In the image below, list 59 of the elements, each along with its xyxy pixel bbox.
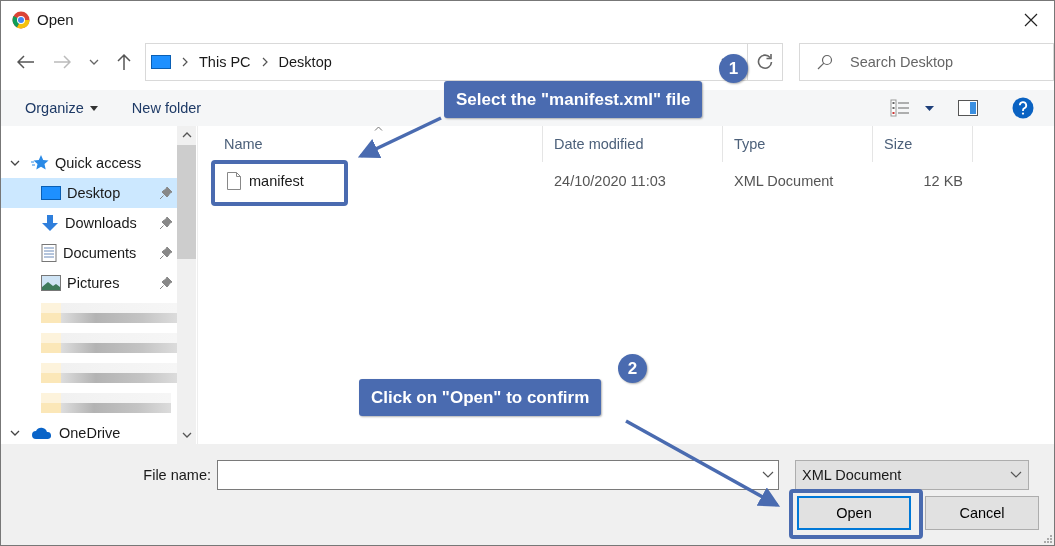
- sort-caret-icon: [374, 126, 383, 131]
- scroll-up-icon[interactable]: [181, 132, 192, 138]
- file-icon: [227, 172, 241, 190]
- column-header[interactable]: Name: [213, 126, 543, 162]
- monitor-icon: [41, 186, 61, 200]
- chevron-down-icon: [1010, 471, 1022, 479]
- callout-label: Click on "Open" to confirm: [359, 379, 602, 416]
- chevron-down-icon[interactable]: [89, 59, 99, 65]
- new-folder-button[interactable]: New folder: [129, 96, 204, 120]
- window-title: Open: [37, 11, 74, 28]
- search-field[interactable]: Search Desktop: [799, 43, 1054, 81]
- cloud-icon: [31, 426, 53, 440]
- chevron-down-icon[interactable]: [10, 428, 20, 438]
- cancel-button[interactable]: Cancel: [925, 496, 1039, 530]
- table-cell-text: 24/10/2020 11:03: [553, 173, 667, 189]
- chevron-right-icon: [181, 57, 189, 67]
- sidebar-item[interactable]: Desktop: [1, 178, 177, 208]
- scrollbar[interactable]: [177, 126, 196, 444]
- search-icon: [817, 54, 833, 70]
- star-icon: [31, 154, 49, 172]
- step-badge: 2: [618, 354, 647, 383]
- breadcrumb-item[interactable]: Desktop: [278, 54, 332, 70]
- download-arrow-icon: [41, 214, 59, 232]
- callout-label: Select the "manifest.xml" file: [444, 81, 703, 118]
- file-name-field[interactable]: [217, 460, 779, 490]
- sidebar-item[interactable]: Pictures: [1, 268, 177, 298]
- sidebar-item[interactable]: Quick access: [1, 148, 177, 178]
- scroll-down-icon[interactable]: [181, 432, 192, 438]
- monitor-icon: [151, 55, 171, 69]
- chevron-down-icon[interactable]: [10, 158, 20, 168]
- step-badge: 1: [719, 54, 748, 83]
- resize-grip-icon[interactable]: [1044, 535, 1052, 543]
- preview-pane-icon[interactable]: [958, 100, 978, 116]
- column-header[interactable]: Size: [873, 126, 973, 162]
- back-arrow-icon[interactable]: [17, 55, 35, 69]
- sidebar-item[interactable]: Documents: [1, 238, 177, 268]
- file-type-dropdown[interactable]: XML Document: [795, 460, 1029, 490]
- caret-icon[interactable]: [925, 105, 934, 111]
- refresh-icon[interactable]: [756, 53, 774, 71]
- column-header[interactable]: Date modified: [543, 126, 723, 162]
- sidebar-item[interactable]: OneDrive: [1, 418, 177, 444]
- landscape-image-icon: [41, 275, 61, 291]
- open-button[interactable]: Open: [797, 496, 911, 530]
- field-label: File name:: [142, 467, 212, 483]
- up-arrow-icon[interactable]: [117, 53, 131, 71]
- table-cell-text: 12 KB: [922, 173, 963, 189]
- chevron-right-icon: [260, 57, 269, 67]
- document-icon: [41, 244, 57, 262]
- breadcrumb-item[interactable]: This PC: [199, 54, 251, 70]
- file-name-cell[interactable]: manifest: [213, 172, 543, 190]
- column-header[interactable]: Type: [723, 126, 873, 162]
- sidebar-item[interactable]: Downloads: [1, 208, 177, 238]
- close-icon[interactable]: [1024, 12, 1038, 27]
- caret-icon: [89, 105, 98, 111]
- help-icon[interactable]: [1012, 97, 1034, 119]
- chevron-down-icon[interactable]: [762, 471, 774, 479]
- browser-logo-icon: [12, 10, 30, 29]
- table-cell-text: XML Document: [733, 173, 835, 189]
- organize-menu-button[interactable]: Organize: [23, 96, 100, 120]
